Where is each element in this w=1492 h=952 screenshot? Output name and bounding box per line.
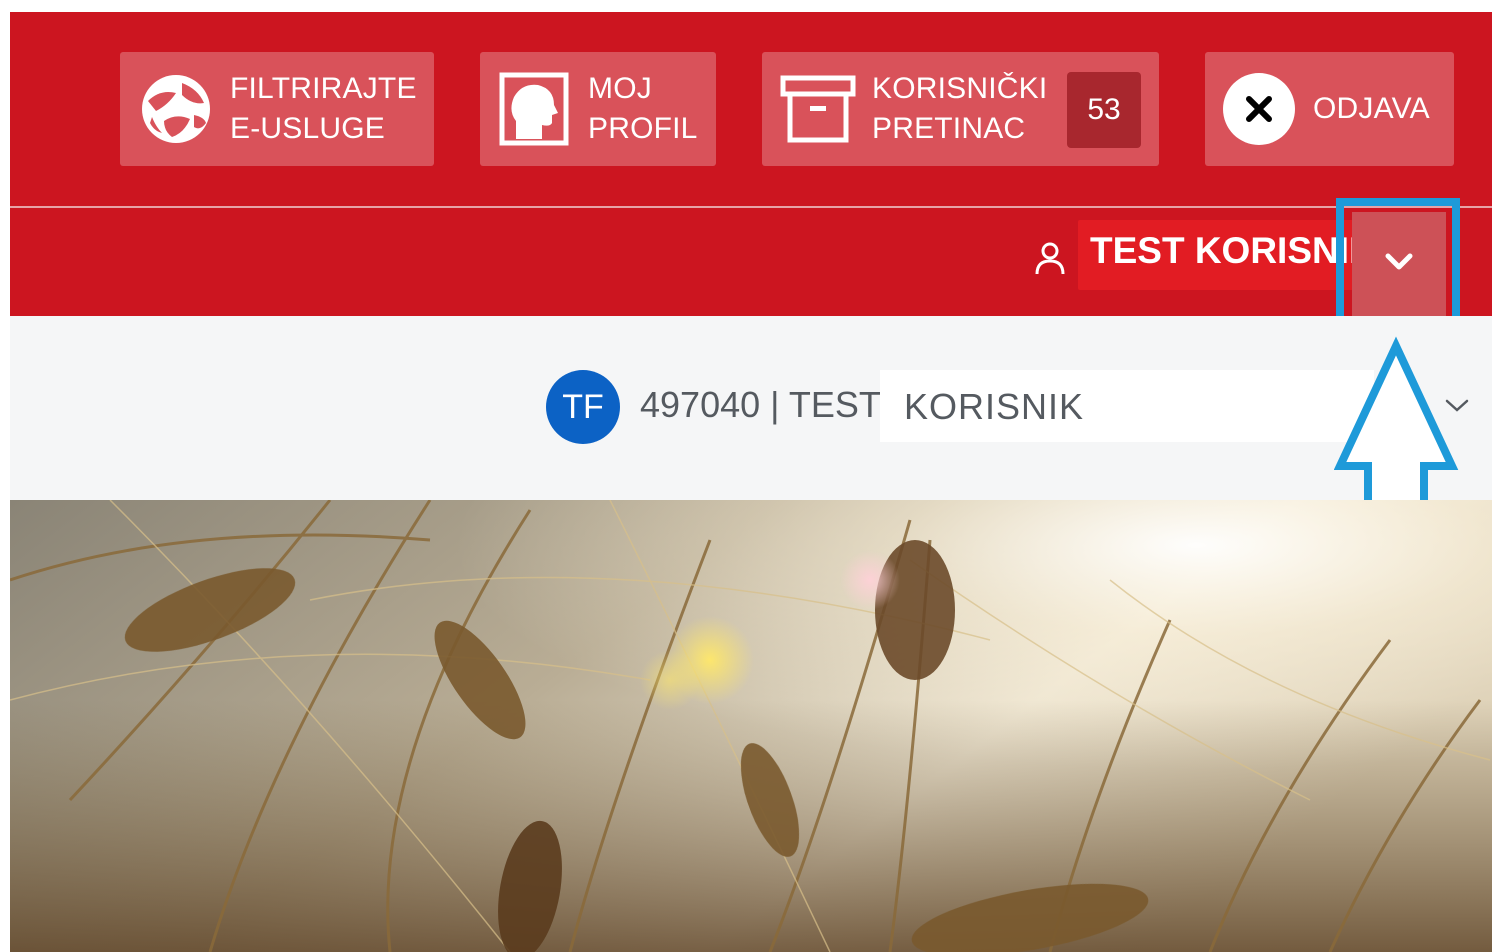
top-toolbar: FILTRIRAJTE E-USLUGE MOJ PROFIL KORISNIČ… <box>10 12 1492 208</box>
my-profile-label-line2: PROFIL <box>588 112 698 145</box>
globe-icon <box>136 69 216 149</box>
user-inbox-label-line2: PRETINAC <box>872 112 1026 145</box>
filter-services-label-line1: FILTRIRAJTE <box>230 72 417 105</box>
user-name-box[interactable]: TEST KORISNIK <box>1078 220 1368 290</box>
close-icon <box>1223 73 1295 145</box>
person-icon <box>1034 240 1066 276</box>
user-inbox-label-line1: KORISNIČKI <box>872 72 1048 105</box>
logout-button[interactable]: ODJAVA <box>1205 52 1454 166</box>
highlight-annotation-box <box>1336 198 1460 330</box>
user-inbox-button[interactable]: KORISNIČKI PRETINAC 53 <box>762 52 1159 166</box>
logout-label: ODJAVA <box>1313 92 1430 125</box>
user-inbox-label: KORISNIČKI PRETINAC <box>872 69 1047 149</box>
my-profile-button[interactable]: MOJ PROFIL <box>480 52 716 166</box>
filter-services-label: FILTRIRAJTE E-USLUGE <box>230 69 417 149</box>
inbox-count-badge: 53 <box>1067 72 1141 148</box>
filter-services-button[interactable]: FILTRIRAJTE E-USLUGE <box>120 52 434 166</box>
my-profile-label: MOJ PROFIL <box>588 69 698 149</box>
archive-box-icon <box>778 69 858 149</box>
hero-wheat-image <box>10 500 1492 952</box>
user-name: TEST KORISNIK <box>1090 230 1368 271</box>
avatar: TF <box>546 370 620 444</box>
account-select-value: KORISNIK <box>904 386 1085 427</box>
filter-services-label-line2: E-USLUGE <box>230 112 385 145</box>
account-id: 497040 | TEST <box>640 384 881 425</box>
my-profile-label-line1: MOJ <box>588 72 652 105</box>
account-select[interactable]: KORISNIK <box>880 370 1374 442</box>
page: FILTRIRAJTE E-USLUGE MOJ PROFIL KORISNIČ… <box>0 0 1492 952</box>
head-profile-icon <box>496 69 572 149</box>
